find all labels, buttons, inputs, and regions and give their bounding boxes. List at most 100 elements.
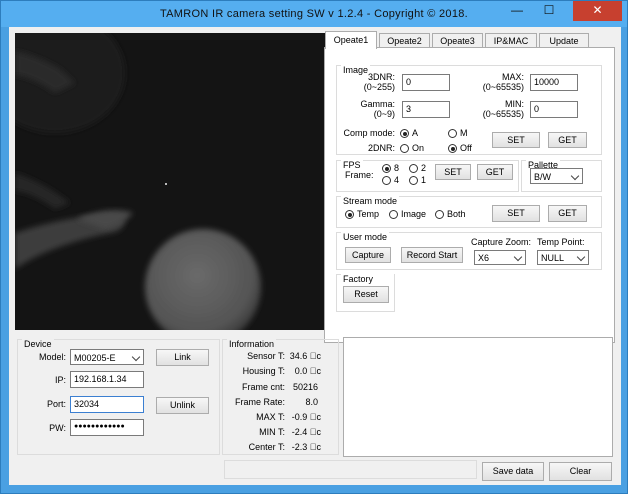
client-area: Opeate1 Opeate2 Opeate3 IP&MAC Update Im… [9,27,621,485]
image-get-button[interactable]: GET [548,132,587,148]
max-t-label: MAX T: [256,412,285,422]
min-input[interactable]: 0 [530,101,578,118]
reset-button[interactable]: Reset [343,286,389,303]
stream-both-radio[interactable] [435,210,444,219]
center-t-label: Center T: [248,442,285,452]
comp-mode-label: Comp mode: [343,128,395,138]
temp-point-label: Temp Point: [537,237,585,247]
image-group: Image 3DNR: (0~255) 0 MAX: (0~65535) 100… [336,65,602,155]
save-data-button[interactable]: Save data [482,462,544,481]
maximize-button[interactable]: ☐ [534,1,564,21]
frame-cnt-value: 50216 [292,382,318,392]
fps-set-button[interactable]: SET [435,164,471,180]
user-mode-group: User mode Capture Record Start Capture Z… [336,232,602,270]
gamma-input[interactable]: 3 [402,101,450,118]
max-range-label: (0~65535) [482,82,524,92]
stream-mode-group: Stream mode Temp Image Both SET GET [336,196,602,228]
capture-zoom-select[interactable]: X6 [474,250,526,265]
information-group: Information Sensor T: 34.6 ゚c Housing T:… [222,339,339,455]
dnr2d-on-radio[interactable] [400,144,409,153]
comp-m-label: M [460,128,468,138]
dnr2d-off-label: Off [460,143,472,153]
chevron-down-icon [576,252,586,262]
housing-t-value: 0.0 ゚c [294,366,321,376]
stream-image-label: Image [401,209,427,219]
fps-1-radio[interactable] [409,176,418,185]
min-label: MIN: [505,99,524,109]
stream-mode-label: Stream mode [341,196,400,206]
tab-opeate1[interactable]: Opeate1 [325,31,377,49]
app-window: TAMRON IR camera setting SW v 1.2.4 - Co… [0,0,628,494]
record-start-button[interactable]: Record Start [401,247,463,263]
stream-temp-radio[interactable] [345,210,354,219]
device-group: Device Model: M00205-E IP: 192.168.1.34 … [17,339,220,455]
dnr3d-input[interactable]: 0 [402,74,450,91]
unlink-button[interactable]: Unlink [156,397,209,414]
dnr3d-label: 3DNR: [367,72,395,82]
temp-point-value: NULL [541,253,565,263]
gamma-range-label: (0~9) [373,109,395,119]
dnr3d-range-label: (0~255) [363,82,395,92]
image-set-button[interactable]: SET [492,132,540,148]
stream-temp-label: Temp [357,209,380,219]
dnr2d-on-label: On [412,143,425,153]
pallete-select[interactable]: B/W [530,168,583,184]
temp-point-select[interactable]: NULL [537,250,589,265]
port-label: Port: [46,399,66,409]
stream-set-button[interactable]: SET [492,205,540,222]
minimize-button[interactable]: — [502,1,532,21]
fps-8-label: 8 [394,163,400,173]
frame-rate-label: Frame Rate: [234,397,285,407]
ip-label: IP: [54,375,66,385]
fps-get-button[interactable]: GET [477,164,513,180]
sensor-t-label: Sensor T: [247,351,285,361]
comp-m-radio[interactable] [448,129,457,138]
title-bar: TAMRON IR camera setting SW v 1.2.4 - Co… [1,1,627,27]
max-input[interactable]: 10000 [530,74,578,91]
information-label: Information [227,339,277,349]
factory-reset-group: Factory reset Reset [336,274,395,312]
fps-8-radio[interactable] [382,164,391,173]
ip-input[interactable]: 192.168.1.34 [70,371,144,388]
thermal-image [15,33,325,330]
capture-button[interactable]: Capture [345,247,391,263]
comp-a-label: A [412,128,419,138]
tab-opeate3[interactable]: Opeate3 [432,33,483,48]
max-label: MAX: [501,72,524,82]
model-label: Model: [38,352,66,362]
frame-label: Frame: [345,170,374,180]
stream-image-radio[interactable] [389,210,398,219]
close-button[interactable]: ✕ [573,1,622,21]
model-value: M00205-E [74,353,116,363]
status-area [224,460,477,479]
clear-button[interactable]: Clear [549,462,612,481]
stream-both-label: Both [447,209,466,219]
comp-a-radio[interactable] [400,129,409,138]
device-label: Device [22,339,54,349]
dnr2d-off-radio[interactable] [448,144,457,153]
gamma-label: Gamma: [360,99,395,109]
dnr2d-label: 2DNR: [367,143,395,153]
password-input[interactable]: ●●●●●●●●●●●● [70,419,144,436]
min-range-label: (0~65535) [482,109,524,119]
tab-opeate2[interactable]: Opeate2 [379,33,430,48]
fps-4-radio[interactable] [382,176,391,185]
pw-label: PW: [49,423,66,433]
center-t-value: -2.3 ゚c [291,442,321,452]
fps-group-label: FPS [341,160,363,170]
chevron-down-icon [513,252,523,262]
camera-view [15,33,325,330]
fps-4-label: 4 [394,175,400,185]
stream-get-button[interactable]: GET [548,205,587,222]
frame-rate-value: 8.0 [305,397,318,407]
max-t-value: -0.9 ゚c [291,412,321,422]
tab-ip-mac[interactable]: IP&MAC [485,33,537,48]
log-textbox[interactable] [343,337,613,457]
tab-update[interactable]: Update [539,33,589,48]
port-input[interactable]: 32034 [70,396,144,413]
model-select[interactable]: M00205-E [70,349,144,365]
tab-page-opeate1: Image 3DNR: (0~255) 0 MAX: (0~65535) 100… [324,47,615,343]
link-button[interactable]: Link [156,349,209,366]
fps-group: FPS Frame: 8 2 4 1 SET GET [336,160,519,192]
fps-2-radio[interactable] [409,164,418,173]
